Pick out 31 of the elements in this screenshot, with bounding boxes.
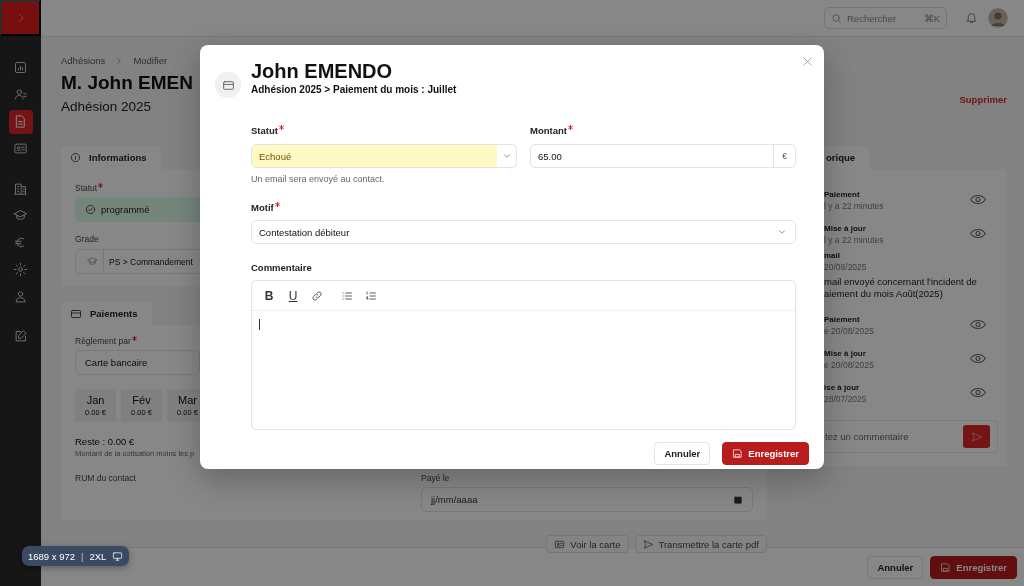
entry-time: 28/07/2025 [824, 393, 867, 404]
entry-text: aiement du mois Août(2025) [824, 288, 944, 300]
month-name: Jan [86, 394, 105, 406]
field-label: Montant [530, 125, 567, 136]
viewport-size: 1689 x 972 [28, 550, 75, 562]
field-label: Payé le [421, 473, 450, 483]
helper-text: Un email sera envoyé au contact. [251, 174, 386, 184]
entry-title: ise à jour [824, 382, 861, 392]
field-label: Grade [75, 234, 99, 244]
field-label: Statut [75, 183, 98, 193]
entry-title: Mise à jour [824, 348, 867, 358]
entry-title: Mise à jour [824, 223, 867, 233]
entry-title: mail [824, 251, 841, 260]
field-label: RUM du contact [75, 473, 136, 483]
entry-text: mail envoyé concernant l'incident de [824, 276, 977, 288]
separator: | [81, 550, 84, 562]
entry-title: Paiement [824, 189, 861, 199]
entry-time: 20/08/2025 [824, 262, 868, 272]
breakpoint-label: 2XL [89, 550, 107, 562]
month-name: Fév [132, 394, 151, 406]
dialog-title: John EMENDO [251, 60, 394, 82]
entry-title: Paiement [824, 314, 861, 324]
page-title: M. John EMEN [61, 72, 193, 94]
dialog-subtitle: Adhésion 2025 > Paiement du mois : Juillet [251, 84, 457, 95]
breadcrumb-current: Modifier [133, 55, 168, 66]
page-subtitle: Adhésion 2025 [61, 99, 153, 114]
field-label: Règlement par [75, 336, 131, 346]
field-label: Statut [251, 125, 278, 136]
field-label: Motif [251, 202, 274, 213]
month-name: Mar [178, 394, 197, 406]
remaining-amount: Reste : 0.00 € [75, 436, 135, 447]
